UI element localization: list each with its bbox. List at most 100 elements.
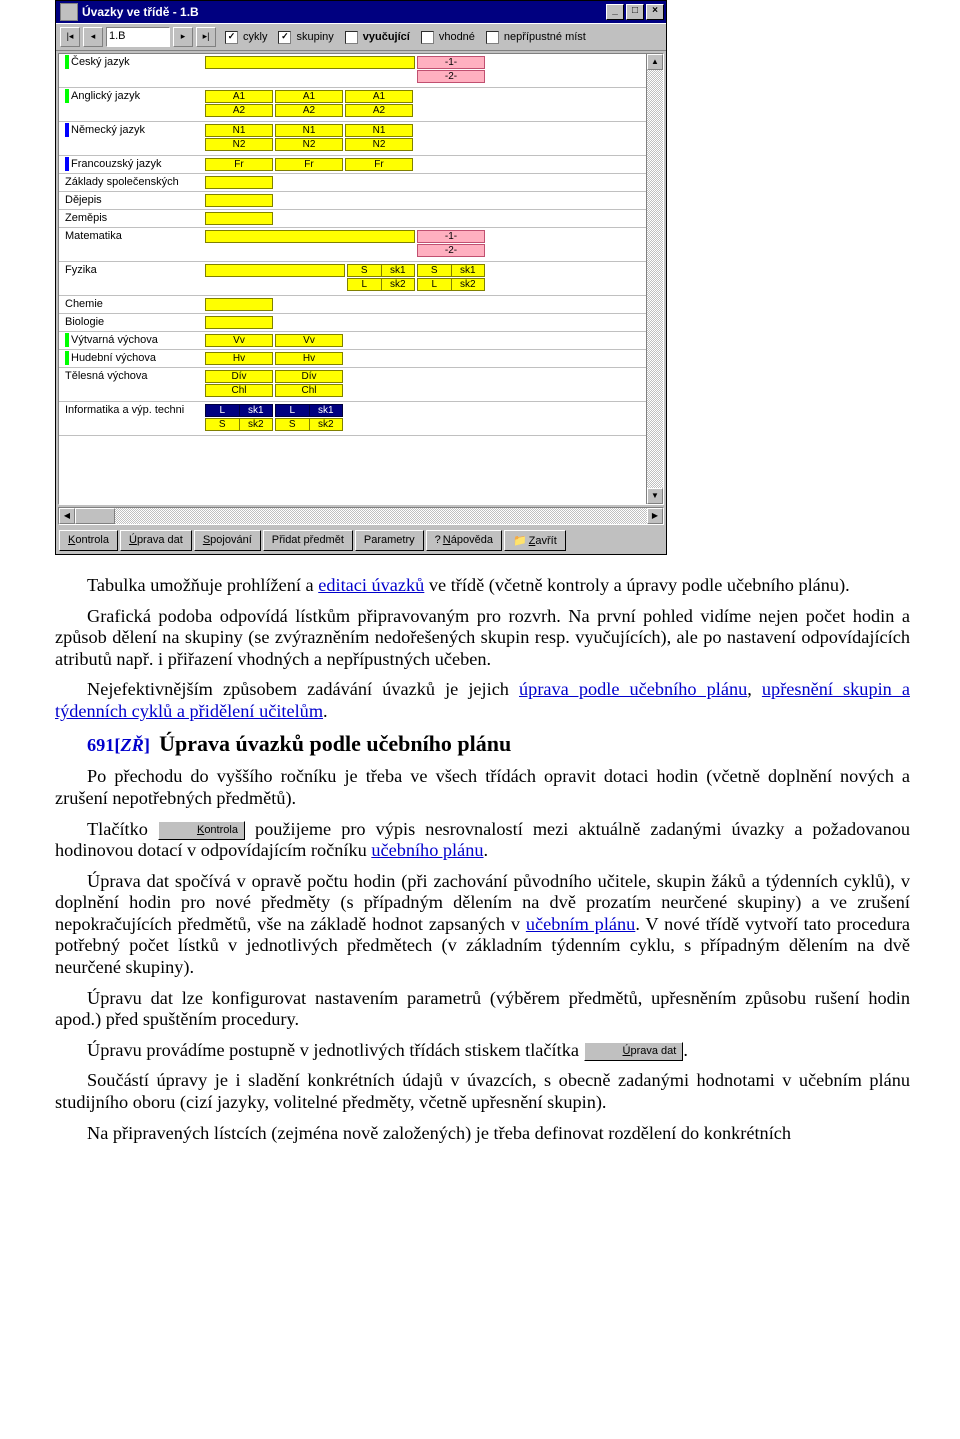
scroll-thumb[interactable] [75,508,115,524]
cell[interactable]: Chl [205,384,273,397]
cell[interactable]: Lsk2 [347,278,415,291]
uprava-label-rest: prava dat [137,534,183,546]
cell[interactable] [205,298,273,311]
link-editaci-uvazku[interactable]: editaci úvazků [318,575,424,595]
link-ucebnim-planu[interactable]: učebním plánu [526,914,635,934]
cell[interactable]: Dív [205,370,273,383]
close-button[interactable]: × [646,4,664,20]
parametry-button[interactable]: Parametry [355,530,424,551]
cell[interactable]: Hv [205,352,273,365]
cell[interactable]: Fr [205,158,273,171]
cell[interactable]: Lsk1 [275,404,343,417]
subject-label: Tělesná výchova [59,369,205,383]
cell[interactable]: Ssk2 [275,418,343,431]
link-ucebniho-planu[interactable]: učebního plánu [371,840,483,860]
cell[interactable]: A2 [205,104,273,117]
cell[interactable]: A1 [275,90,343,103]
checkbox-vhodne[interactable] [421,31,434,44]
green-marker-icon [65,351,69,365]
checkbox-vyucujici[interactable] [345,31,358,44]
cell[interactable]: Lsk2 [417,278,485,291]
kontrola-button[interactable]: Kontrola [59,530,118,551]
cell-part: sk2 [310,419,343,430]
cell[interactable]: -2- [417,244,485,257]
subject-label: Fyzika [59,263,205,277]
subject-row: Matematika -1--2- [59,228,663,262]
cell[interactable]: Chl [275,384,343,397]
uprava-dat-button[interactable]: Úprava dat [120,530,192,551]
napoveda-button[interactable]: ?Nápověda [426,530,502,551]
cell[interactable]: Vv [205,334,273,347]
subject-row: Český jazyk-1--2- [59,54,663,88]
subject-label: Chemie [59,297,205,311]
cell[interactable]: N1 [345,124,413,137]
cell[interactable]: N1 [275,124,343,137]
maximize-button[interactable]: □ [626,4,644,20]
cell[interactable]: A2 [345,104,413,117]
cell-row: Ssk1Ssk1 [205,264,485,277]
spojovani-button[interactable]: Spojování [194,530,261,551]
folder-icon: 📁 [513,535,527,547]
cell-row: N2N2N2 [205,138,413,151]
scroll-down-icon[interactable]: ▼ [647,488,663,504]
nav-prev-button[interactable]: ◂ [83,27,103,47]
checkbox-skupiny[interactable] [278,31,291,44]
subject-label: Zeměpis [59,211,205,225]
cell[interactable]: -1- [417,230,485,243]
scroll-left-icon[interactable]: ◀ [59,508,75,524]
link-uprava-podle-planu[interactable]: úprava podle učebního plánu [519,679,747,699]
cell[interactable]: Hv [275,352,343,365]
cells: HvHv [205,351,343,366]
cell[interactable]: N2 [345,138,413,151]
subject-name: Matematika [65,229,122,243]
zavrit-button[interactable]: 📁Zavřít [504,530,566,551]
label-cykly: cykly [243,31,267,43]
cell[interactable] [205,230,415,243]
cell[interactable]: Fr [345,158,413,171]
napoveda-label-rest: ápověda [451,534,493,546]
cell[interactable]: -2- [417,70,485,83]
cell[interactable]: A1 [205,90,273,103]
cell[interactable]: Lsk1 [205,404,273,417]
nav-next-button[interactable]: ▸ [173,27,193,47]
cell[interactable]: N1 [205,124,273,137]
cell[interactable] [205,212,273,225]
cell[interactable]: Ssk1 [347,264,415,277]
cell-row: VvVv [205,334,343,347]
cell-row: -2- [205,70,485,83]
inline-uprava-dat-button[interactable]: Úprava dat [584,1042,684,1061]
cell[interactable]: A1 [345,90,413,103]
cell[interactable]: -1- [417,56,485,69]
cell[interactable] [205,316,273,329]
cell[interactable]: Dív [275,370,343,383]
scroll-up-icon[interactable]: ▲ [647,54,663,70]
cell[interactable] [205,56,415,69]
cell[interactable]: N2 [275,138,343,151]
cell-row [205,298,273,311]
cell[interactable]: A2 [275,104,343,117]
class-combo[interactable]: 1.B [106,27,170,47]
nav-first-button[interactable]: |◂ [60,27,80,47]
cell[interactable] [205,194,273,207]
nav-last-button[interactable]: ▸| [196,27,216,47]
cell[interactable] [205,264,345,277]
cell[interactable] [205,176,273,189]
document-text: Tabulka umožňuje prohlížení a editaci úv… [0,575,960,1144]
scrollbar-horizontal[interactable]: ◀ ▶ [58,507,664,525]
checkbox-cykly[interactable] [225,31,238,44]
subject-row: Výtvarná výchovaVvVv [59,332,663,350]
inline-kontrola-button[interactable]: Kontrola [158,821,245,840]
subject-name: Dějepis [65,193,102,207]
cell[interactable]: Vv [275,334,343,347]
minimize-button[interactable]: _ [606,4,624,20]
cell-row [205,316,273,329]
pridat-predmet-button[interactable]: Přidat předmět [263,530,353,551]
cell[interactable]: N2 [205,138,273,151]
cell[interactable]: Fr [275,158,343,171]
cells: -1--2- [205,229,485,258]
scroll-right-icon[interactable]: ▶ [647,508,663,524]
checkbox-nepripustne[interactable] [486,31,499,44]
scrollbar-vertical[interactable]: ▲ ▼ [646,54,663,504]
cell[interactable]: Ssk1 [417,264,485,277]
cell[interactable]: Ssk2 [205,418,273,431]
